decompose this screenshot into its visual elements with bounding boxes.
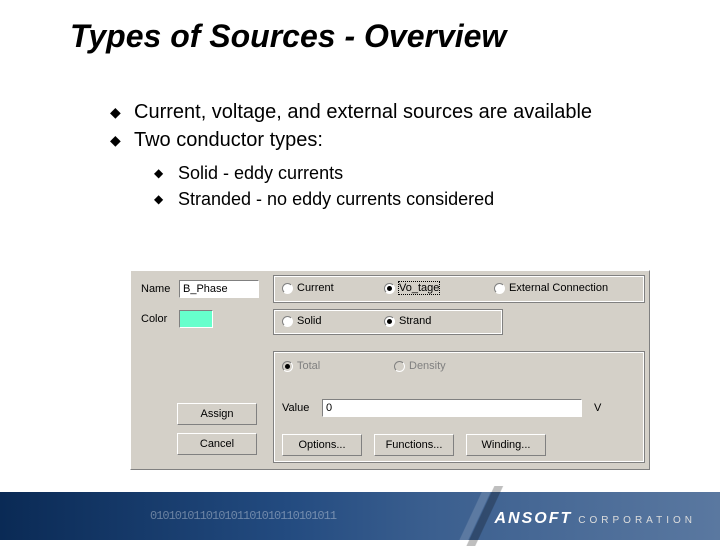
bullet-item: ◆ Current, voltage, and external sources… bbox=[110, 100, 670, 124]
radio-icon bbox=[394, 361, 405, 372]
radio-icon bbox=[494, 283, 505, 294]
radio-label: Total bbox=[297, 360, 320, 372]
sub-bullet-item: ◆ Stranded - no eddy currents considered bbox=[154, 188, 670, 210]
radio-total: Total bbox=[282, 360, 320, 372]
cancel-button[interactable]: Cancel bbox=[177, 433, 257, 455]
value-group: Total Density Value V Options... Functio… bbox=[273, 351, 645, 463]
radio-solid[interactable]: Solid bbox=[282, 315, 321, 327]
bullet-mark: ◆ bbox=[110, 128, 134, 152]
slide-title: Types of Sources - Overview bbox=[70, 18, 506, 55]
footer-corp: CORPORATION bbox=[578, 515, 696, 526]
conductor-type-group: Solid Strand bbox=[273, 309, 503, 335]
radio-label: Vo_tage bbox=[399, 282, 439, 294]
radio-density: Density bbox=[394, 360, 446, 372]
radio-strand[interactable]: Strand bbox=[384, 315, 431, 327]
footer-decor: 010101011010101101010110101011 bbox=[150, 509, 370, 523]
radio-external[interactable]: External Connection bbox=[494, 282, 608, 294]
name-label: Name bbox=[141, 283, 170, 295]
bullet-list: ◆ Current, voltage, and external sources… bbox=[110, 100, 670, 214]
color-swatch[interactable] bbox=[179, 310, 213, 328]
bullet-mark: ◆ bbox=[154, 188, 178, 210]
radio-label: Strand bbox=[399, 315, 431, 327]
sub-bullet-text: Solid - eddy currents bbox=[178, 162, 343, 184]
bullet-item: ◆ Two conductor types: bbox=[110, 128, 670, 152]
radio-icon bbox=[384, 316, 395, 327]
source-dialog: Name Color Current Vo_tage External Conn… bbox=[130, 270, 650, 470]
functions-button[interactable]: Functions... bbox=[374, 434, 454, 456]
radio-label: Density bbox=[409, 360, 446, 372]
sub-bullet-item: ◆ Solid - eddy currents bbox=[154, 162, 670, 184]
radio-label: External Connection bbox=[509, 282, 608, 294]
bullet-mark: ◆ bbox=[154, 162, 178, 184]
footer-logo: ANSOFT CORPORATION bbox=[495, 510, 697, 528]
footer-bar: 010101011010101101010110101011 ANSOFT CO… bbox=[0, 492, 720, 540]
radio-icon bbox=[282, 361, 293, 372]
radio-voltage[interactable]: Vo_tage bbox=[384, 282, 439, 294]
color-label: Color bbox=[141, 313, 167, 325]
bullet-text: Current, voltage, and external sources a… bbox=[134, 100, 592, 124]
radio-label: Current bbox=[297, 282, 334, 294]
options-button[interactable]: Options... bbox=[282, 434, 362, 456]
name-input[interactable] bbox=[179, 280, 259, 298]
radio-icon bbox=[282, 283, 293, 294]
radio-icon bbox=[282, 316, 293, 327]
bullet-text: Two conductor types: bbox=[134, 128, 323, 152]
radio-current[interactable]: Current bbox=[282, 282, 334, 294]
source-type-group: Current Vo_tage External Connection bbox=[273, 275, 645, 303]
winding-button[interactable]: Winding... bbox=[466, 434, 546, 456]
footer-brand: ANSOFT bbox=[495, 510, 573, 528]
value-label: Value bbox=[282, 402, 309, 414]
sub-bullet-text: Stranded - no eddy currents considered bbox=[178, 188, 494, 210]
value-input[interactable] bbox=[322, 399, 582, 417]
assign-button[interactable]: Assign bbox=[177, 403, 257, 425]
radio-icon bbox=[384, 283, 395, 294]
radio-label: Solid bbox=[297, 315, 321, 327]
value-unit: V bbox=[594, 402, 601, 414]
sub-bullet-list: ◆ Solid - eddy currents ◆ Stranded - no … bbox=[154, 162, 670, 210]
bullet-mark: ◆ bbox=[110, 100, 134, 124]
